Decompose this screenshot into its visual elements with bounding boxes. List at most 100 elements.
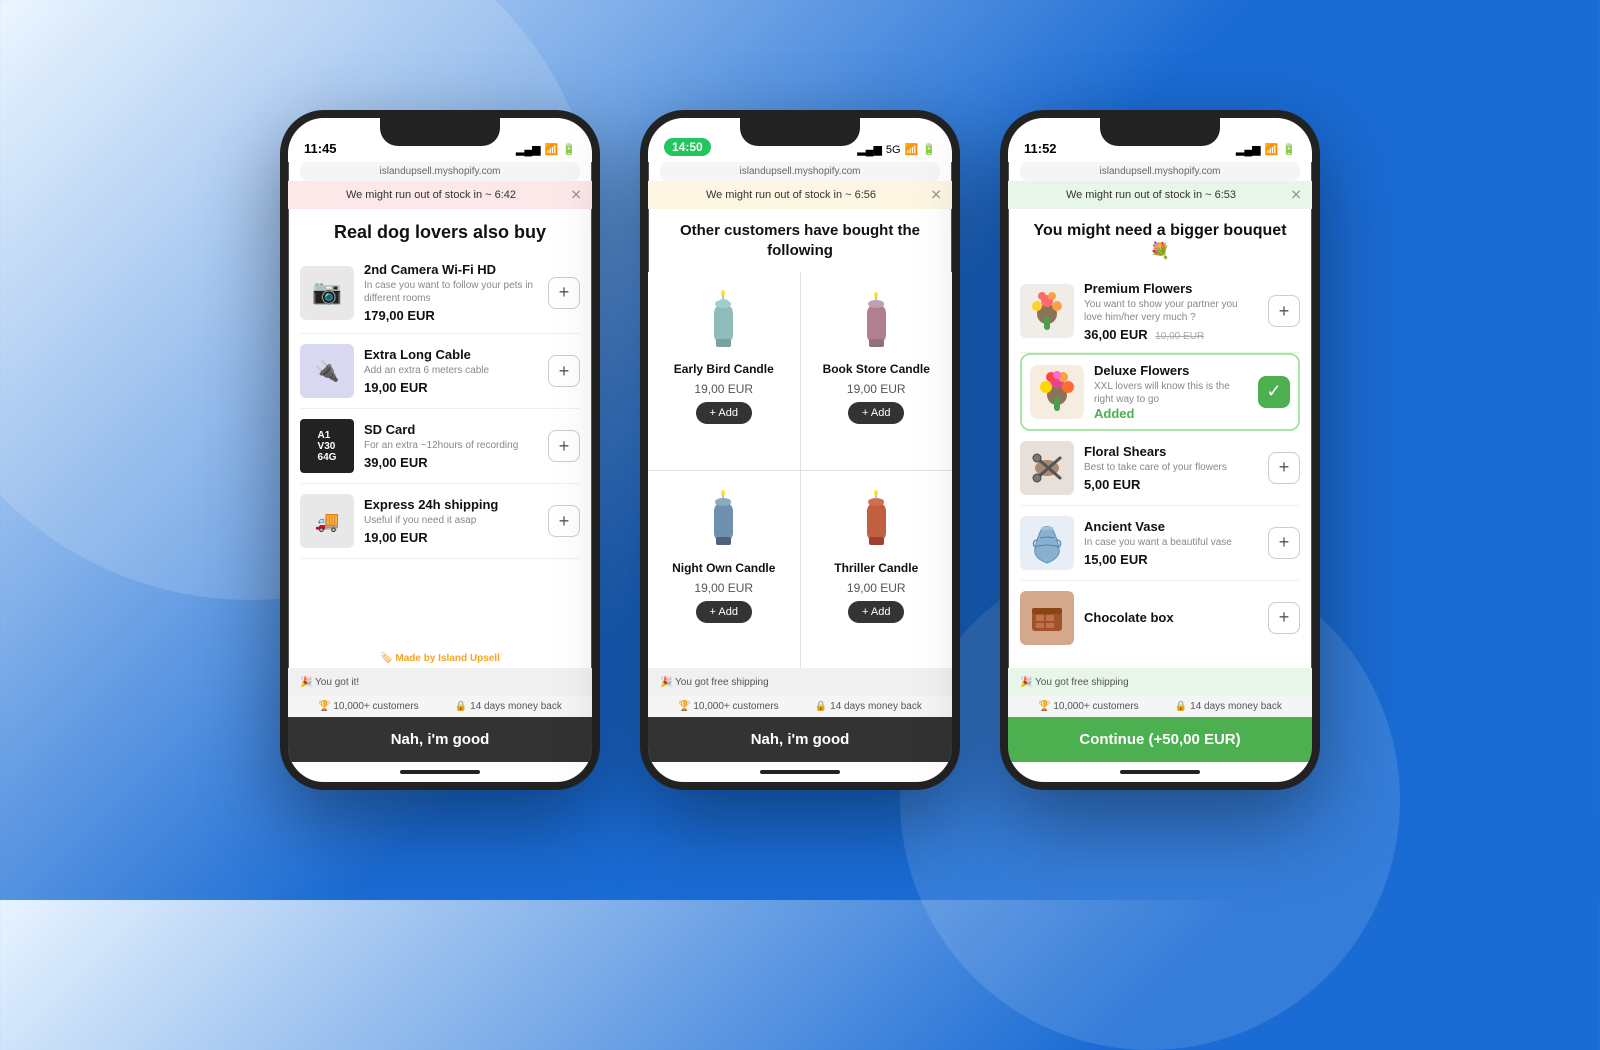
candle-grid: Early Bird Candle 19,00 EUR + Add (648, 272, 952, 668)
cta-button-3[interactable]: Continue (+50,00 EUR) (1008, 717, 1312, 762)
product-thumb-cable: 🔌 (300, 344, 354, 398)
status-time-2: 14:50 (664, 138, 711, 156)
product-info-deluxe-flowers: Deluxe Flowers XXL lovers will know this… (1094, 363, 1248, 421)
product-name-cable: Extra Long Cable (364, 347, 538, 362)
status-time-1: 11:45 (304, 141, 337, 156)
phone-footer-1: 🏷️ Made by Island Upsell 🎉 You got it! 🏆… (288, 649, 592, 782)
product-name-sdcard: SD Card (364, 422, 538, 437)
phone-content-3: We might run out of stock in ~ 6:53 ✕ Yo… (1008, 181, 1312, 782)
url-text-2: islandupsell.myshopify.com (740, 166, 861, 177)
grid-price-early-bird: 19,00 EUR (694, 382, 753, 396)
trust-bar-3: 🏆 10,000+ customers 🔒 14 days money back (1008, 696, 1312, 717)
grid-add-early-bird[interactable]: + Add (696, 402, 752, 424)
battery-icon-1: 🔋 (562, 143, 576, 156)
wifi-icon-1: 📶 (545, 143, 559, 156)
trust-item-1a: 🏆 10,000+ customers (318, 701, 419, 712)
product-thumb-sdcard: A1V3064G (300, 419, 354, 473)
made-by-text-1: Made by (395, 653, 435, 664)
phone-notch-2 (740, 118, 860, 146)
grid-add-night-own[interactable]: + Add (696, 601, 752, 623)
product-thumb-shipping: 🚚 (300, 494, 354, 548)
cta-button-1[interactable]: Nah, i'm good (288, 717, 592, 762)
status-icons-2: ▂▄▆ 5G 📶 🔋 (857, 143, 936, 156)
phone-content-1: We might run out of stock in ~ 6:42 ✕ Re… (288, 181, 592, 782)
battery-icon-3: 🔋 (1282, 143, 1296, 156)
home-indicator-3 (1008, 762, 1312, 782)
status-icons-1: ▂▄▆ 📶 🔋 (516, 143, 576, 156)
product-desc-floral-shears: Best to take care of your flowers (1084, 461, 1258, 474)
progress-wrap-2: 🎉 You got free shipping (648, 668, 952, 696)
product-item-chocolate: Chocolate box + (1020, 581, 1300, 655)
alert-close-1[interactable]: ✕ (570, 187, 582, 204)
alert-close-3[interactable]: ✕ (1290, 187, 1302, 204)
grid-add-book-store[interactable]: + Add (848, 402, 904, 424)
home-bar-1 (400, 770, 480, 774)
product-price-shipping: 19,00 EUR (364, 530, 538, 545)
phone-footer-2: 🎉 You got free shipping 🏆 10,000+ custom… (648, 668, 952, 782)
product-name-floral-shears: Floral Shears (1084, 444, 1258, 459)
signal-icon-2: ▂▄▆ (857, 143, 882, 156)
popup-title-2: Other customers have bought the followin… (648, 209, 952, 268)
grid-thumb-book-store (841, 286, 911, 356)
phone-footer-3: 🎉 You got free shipping 🏆 10,000+ custom… (1008, 668, 1312, 782)
trust-bar-1: 🏆 10,000+ customers 🔒 14 days money back (288, 696, 592, 717)
alert-banner-3: We might run out of stock in ~ 6:53 ✕ (1008, 181, 1312, 209)
add-btn-floral-shears[interactable]: + (1268, 452, 1300, 484)
grid-item-early-bird: Early Bird Candle 19,00 EUR + Add (648, 272, 800, 470)
battery-icon-2: 🔋 (922, 143, 936, 156)
popup-title-3: You might need a bigger bouquet 💐 (1008, 209, 1312, 271)
product-info-floral-shears: Floral Shears Best to take care of your … (1084, 444, 1258, 492)
alert-banner-1: We might run out of stock in ~ 6:42 ✕ (288, 181, 592, 209)
grid-name-book-store: Book Store Candle (823, 362, 930, 376)
product-item-shipping: 🚚 Express 24h shipping Useful if you nee… (300, 484, 580, 559)
added-label-deluxe: Added (1094, 406, 1248, 421)
product-item-sdcard: A1V3064G SD Card For an extra ~12hours o… (300, 409, 580, 484)
add-btn-cable[interactable]: + (548, 355, 580, 387)
trust-item-1b: 🔒 14 days money back (455, 701, 562, 712)
add-btn-camera[interactable]: + (548, 277, 580, 309)
cta-button-2[interactable]: Nah, i'm good (648, 717, 952, 762)
grid-add-thriller[interactable]: + Add (848, 601, 904, 623)
product-thumb-ancient-vase (1020, 516, 1074, 570)
add-btn-deluxe-flowers[interactable]: ✓ (1258, 376, 1290, 408)
add-btn-sdcard[interactable]: + (548, 430, 580, 462)
product-name-deluxe-flowers: Deluxe Flowers (1094, 363, 1248, 378)
phone-content-2: We might run out of stock in ~ 6:56 ✕ Ot… (648, 181, 952, 782)
made-by-1: 🏷️ Made by Island Upsell (288, 649, 592, 668)
product-price-premium-flowers: 36,00 EUR 10,00 EUR (1084, 327, 1258, 342)
add-btn-ancient-vase[interactable]: + (1268, 527, 1300, 559)
product-name-shipping: Express 24h shipping (364, 497, 538, 512)
progress-text-3: 🎉 You got free shipping (1020, 677, 1129, 688)
alert-close-2[interactable]: ✕ (930, 187, 942, 204)
product-desc-shipping: Useful if you need it asap (364, 514, 538, 527)
phone-notch-3 (1100, 118, 1220, 146)
phone-frame-1: 11:45 ▂▄▆ 📶 🔋 islandupsell.myshopify.com… (280, 110, 600, 790)
home-indicator-1 (288, 762, 592, 782)
grid-price-night-own: 19,00 EUR (694, 581, 753, 595)
trust-item-3a: 🏆 10,000+ customers (1038, 701, 1139, 712)
product-price-sdcard: 39,00 EUR (364, 455, 538, 470)
url-bar-1: islandupsell.myshopify.com (300, 162, 580, 181)
url-bar-3: islandupsell.myshopify.com (1020, 162, 1300, 181)
wifi-icon-2: 📶 (905, 143, 919, 156)
product-item-floral-shears: Floral Shears Best to take care of your … (1020, 431, 1300, 506)
product-item-cable: 🔌 Extra Long Cable Add an extra 6 meters… (300, 334, 580, 409)
add-btn-shipping[interactable]: + (548, 505, 580, 537)
product-thumb-camera: 📷 (300, 266, 354, 320)
grid-thumb-night-own (689, 485, 759, 555)
trust-bar-2: 🏆 10,000+ customers 🔒 14 days money back (648, 696, 952, 717)
product-info-cable: Extra Long Cable Add an extra 6 meters c… (364, 347, 538, 395)
add-btn-chocolate[interactable]: + (1268, 602, 1300, 634)
product-info-shipping: Express 24h shipping Useful if you need … (364, 497, 538, 545)
product-price-cable: 19,00 EUR (364, 380, 538, 395)
wifi-icon-3: 📶 (1265, 143, 1279, 156)
alert-text-1: We might run out of stock in ~ 6:42 (346, 189, 516, 201)
product-info-chocolate: Chocolate box (1084, 610, 1258, 625)
progress-wrap-3: 🎉 You got free shipping (1008, 668, 1312, 696)
product-price-floral-shears: 5,00 EUR (1084, 477, 1258, 492)
product-thumb-deluxe-flowers (1030, 365, 1084, 419)
product-desc-camera: In case you want to follow your pets in … (364, 279, 538, 305)
url-text-3: islandupsell.myshopify.com (1100, 166, 1221, 177)
product-item-premium-flowers: Premium Flowers You want to show your pa… (1020, 271, 1300, 353)
add-btn-premium-flowers[interactable]: + (1268, 295, 1300, 327)
